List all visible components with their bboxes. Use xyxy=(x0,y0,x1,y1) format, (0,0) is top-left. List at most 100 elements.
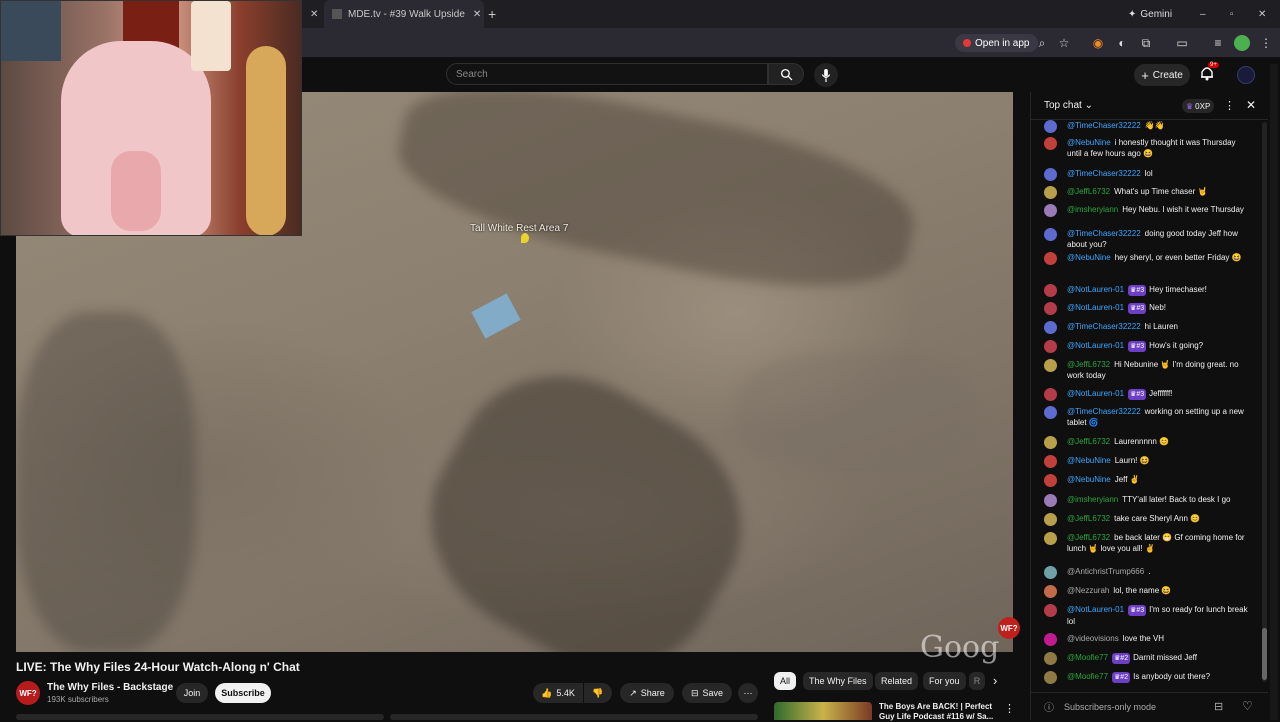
chat-author-avatar[interactable] xyxy=(1044,137,1057,150)
chat-author-name[interactable]: @Moofie77 xyxy=(1067,653,1108,662)
notifications-button[interactable]: 9+ xyxy=(1200,62,1219,82)
cast-icon[interactable]: ▭ xyxy=(1174,35,1190,51)
chat-author-avatar[interactable] xyxy=(1044,532,1057,545)
chat-author-name[interactable]: @NotLauren-01 xyxy=(1067,605,1124,614)
chat-author-avatar[interactable] xyxy=(1044,340,1057,353)
super-chat-icon[interactable]: ⊟ xyxy=(1214,700,1223,713)
minimize-icon[interactable]: – xyxy=(1200,0,1206,28)
chat-author-name[interactable]: @NotLauren-01 xyxy=(1067,303,1124,312)
chat-author-avatar[interactable] xyxy=(1044,604,1057,617)
browser-menu-icon[interactable]: ⋮ xyxy=(1258,35,1274,51)
chat-author-name[interactable]: @TimeChaser32222 xyxy=(1067,322,1141,331)
chat-author-name[interactable]: @Nezzurah xyxy=(1067,586,1109,595)
recommended-title[interactable]: The Boys Are BACK! | Perfect Guy Life Po… xyxy=(879,702,993,722)
channel-name[interactable]: The Why Files - Backstage xyxy=(47,682,173,693)
save-button[interactable]: ⊟ Save xyxy=(682,683,732,703)
chat-author-name[interactable]: @TimeChaser32222 xyxy=(1067,121,1141,130)
chat-author-avatar[interactable] xyxy=(1044,321,1057,334)
window-close-icon[interactable]: ✕ xyxy=(1258,0,1266,28)
heart-icon[interactable]: ♡ xyxy=(1242,699,1253,713)
chat-author-avatar[interactable] xyxy=(1044,671,1057,684)
media-icon[interactable]: ≡ xyxy=(1210,35,1226,51)
chat-author-name[interactable]: @JeffL6732 xyxy=(1067,514,1110,523)
xp-button[interactable]: ♛ 0XP xyxy=(1182,99,1215,113)
bookmark-star-icon[interactable]: ☆ xyxy=(1056,35,1072,51)
chat-author-name[interactable]: @imsheryiann xyxy=(1067,495,1118,504)
chat-author-avatar[interactable] xyxy=(1044,494,1057,507)
close-chat-icon[interactable]: ✕ xyxy=(1246,98,1256,112)
chat-author-name[interactable]: @NotLauren-01 xyxy=(1067,341,1124,350)
chat-author-avatar[interactable] xyxy=(1044,566,1057,579)
chat-author-avatar[interactable] xyxy=(1044,455,1057,468)
chat-author-name[interactable]: @NebuNine xyxy=(1067,456,1111,465)
extensions-puzzle-icon[interactable]: ⧉ xyxy=(1138,35,1154,51)
close-tab-icon[interactable]: ✕ xyxy=(310,0,322,28)
chat-author-avatar[interactable] xyxy=(1044,388,1057,401)
chat-author-avatar[interactable] xyxy=(1044,120,1057,133)
chat-author-avatar[interactable] xyxy=(1044,168,1057,181)
chat-author-avatar[interactable] xyxy=(1044,633,1057,646)
chip-for-you[interactable]: For you xyxy=(923,672,966,690)
share-button[interactable]: ↗ Share xyxy=(620,683,674,703)
chat-author-avatar[interactable] xyxy=(1044,186,1057,199)
chat-author-avatar[interactable] xyxy=(1044,204,1057,217)
chip-partial[interactable]: R xyxy=(969,672,985,690)
more-actions-button[interactable]: ⋯ xyxy=(738,683,758,703)
maximize-icon[interactable]: ▫ xyxy=(1230,0,1234,28)
profile-avatar[interactable] xyxy=(1234,35,1250,51)
chat-author-avatar[interactable] xyxy=(1044,228,1057,241)
recommended-thumbnail[interactable] xyxy=(774,702,872,720)
chat-author-name[interactable]: @NebuNine xyxy=(1067,138,1111,147)
new-tab-button[interactable]: + xyxy=(488,0,496,28)
zoom-icon[interactable]: ⌕ xyxy=(1034,35,1050,51)
chat-author-name[interactable]: @videovisions xyxy=(1067,634,1119,643)
chat-scrollbar[interactable] xyxy=(1262,122,1267,682)
chat-author-avatar[interactable] xyxy=(1044,585,1057,598)
chat-author-avatar[interactable] xyxy=(1044,652,1057,665)
account-avatar[interactable] xyxy=(1237,66,1255,84)
like-button[interactable]: 👍 5.4K xyxy=(533,683,583,703)
chat-author-avatar[interactable] xyxy=(1044,252,1057,265)
chat-author-name[interactable]: @AntichristTrump666 xyxy=(1067,567,1144,576)
chat-author-name[interactable]: @NotLauren-01 xyxy=(1067,389,1124,398)
channel-avatar[interactable]: WF? xyxy=(16,681,40,705)
chip-the-why-files[interactable]: The Why Files xyxy=(803,672,873,690)
chat-author-name[interactable]: @Moofie77 xyxy=(1067,672,1108,681)
chat-mode-select[interactable]: Top chat ⌄ xyxy=(1044,100,1093,111)
chat-author-avatar[interactable] xyxy=(1044,302,1057,315)
chat-author-name[interactable]: @JeffL6732 xyxy=(1067,187,1110,196)
recommended-more-icon[interactable]: ⋮ xyxy=(1004,702,1015,715)
chat-author-name[interactable]: @NebuNine xyxy=(1067,253,1111,262)
chip-scroll-right-icon[interactable]: › xyxy=(993,673,997,688)
chat-author-avatar[interactable] xyxy=(1044,513,1057,526)
join-button[interactable]: Join xyxy=(176,683,208,703)
create-button[interactable]: + Create xyxy=(1134,64,1190,86)
chat-author-avatar[interactable] xyxy=(1044,359,1057,372)
open-in-app-button[interactable]: Open in app xyxy=(955,34,1038,52)
gemini-button[interactable]: ✦ Gemini xyxy=(1128,0,1172,28)
chat-author-avatar[interactable] xyxy=(1044,436,1057,449)
chat-author-name[interactable]: @JeffL6732 xyxy=(1067,437,1110,446)
chat-author-avatar[interactable] xyxy=(1044,474,1057,487)
chat-author-name[interactable]: @NotLauren-01 xyxy=(1067,285,1124,294)
chat-author-name[interactable]: @TimeChaser32222 xyxy=(1067,229,1141,238)
chat-author-name[interactable]: @NebuNine xyxy=(1067,475,1111,484)
chat-author-name[interactable]: @TimeChaser32222 xyxy=(1067,169,1141,178)
page-scrollbar[interactable] xyxy=(1270,64,1278,720)
chip-related[interactable]: Related xyxy=(875,672,919,690)
close-tab-icon[interactable]: ✕ xyxy=(473,9,481,20)
subscribe-button[interactable]: Subscribe xyxy=(215,683,271,703)
info-icon[interactable]: ⓘ xyxy=(1044,699,1054,714)
channel-watermark-badge[interactable]: WF? xyxy=(998,617,1020,639)
chat-author-avatar[interactable] xyxy=(1044,284,1057,297)
voice-search-button[interactable] xyxy=(814,63,838,87)
chat-author-name[interactable]: @JeffL6732 xyxy=(1067,360,1110,369)
chip-all[interactable]: All xyxy=(774,672,797,690)
chat-scrollbar-thumb[interactable] xyxy=(1262,628,1267,680)
chat-more-icon[interactable]: ⋮ xyxy=(1224,99,1235,112)
search-input[interactable]: Search xyxy=(446,63,768,85)
chat-author-name[interactable]: @imsheryiann xyxy=(1067,205,1118,214)
chat-author-name[interactable]: @JeffL6732 xyxy=(1067,533,1110,542)
extension-icon[interactable]: ◐ xyxy=(1114,35,1130,51)
extension-icon[interactable]: ◉ xyxy=(1090,35,1106,51)
